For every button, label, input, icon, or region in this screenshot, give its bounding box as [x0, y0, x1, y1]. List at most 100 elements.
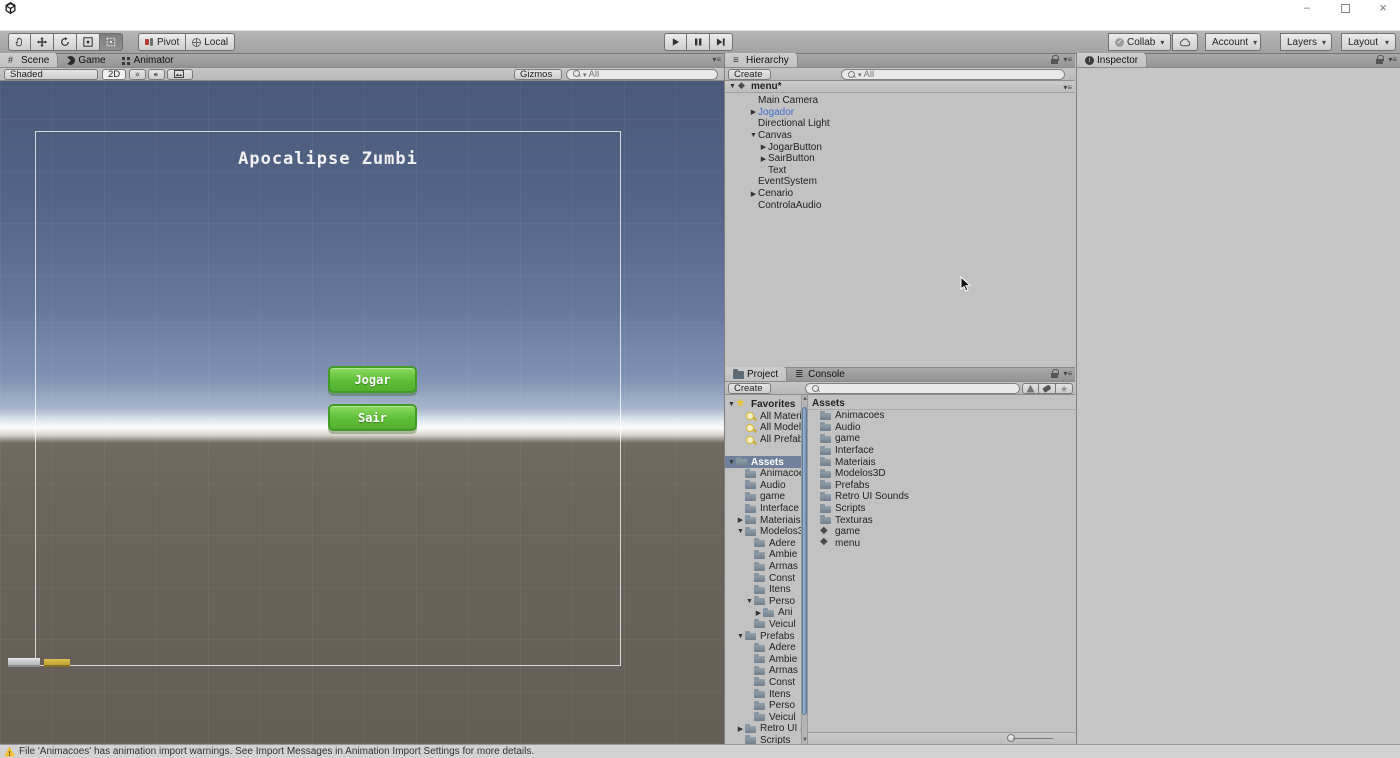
- search-by-type-button[interactable]: [1022, 383, 1039, 394]
- sair-button-object[interactable]: Sair: [328, 404, 417, 431]
- collab-button[interactable]: Collab: [1108, 33, 1171, 51]
- pivot-toggle-button[interactable]: Pivot: [138, 33, 186, 51]
- expand-arrow[interactable]: [759, 143, 768, 151]
- project-tree-row[interactable]: Perso: [725, 596, 801, 608]
- project-tree-row[interactable]: Interface: [725, 503, 801, 515]
- view-tab[interactable]: Scene: [0, 53, 58, 67]
- expand-arrow[interactable]: [745, 598, 754, 605]
- hierarchy-item[interactable]: Text: [725, 165, 1075, 177]
- local-toggle-button[interactable]: Local: [186, 33, 235, 51]
- asset-zoom-slider[interactable]: [1007, 737, 1053, 740]
- expand-arrow[interactable]: [727, 401, 736, 408]
- tab-inspector[interactable]: Inspector: [1077, 53, 1147, 67]
- expand-arrow[interactable]: [749, 190, 758, 198]
- expand-arrow[interactable]: [736, 516, 745, 524]
- project-tree-row[interactable]: Armas: [725, 665, 801, 677]
- minimize-icon[interactable]: [1300, 2, 1314, 14]
- project-tree-row[interactable]: Prefabs: [725, 630, 801, 642]
- create-button[interactable]: Create: [728, 383, 771, 394]
- project-tree-row[interactable]: Perso: [725, 700, 801, 712]
- 2d-toggle-button[interactable]: 2D: [102, 69, 126, 80]
- scene-effects-dropdown[interactable]: [167, 69, 193, 80]
- panel-menu-icon[interactable]: [1063, 369, 1072, 378]
- asset-item[interactable]: Texturas: [808, 514, 1075, 526]
- scene-header-row[interactable]: menu*: [725, 81, 1075, 93]
- hierarchy-item[interactable]: SairButton: [725, 153, 1075, 165]
- project-tree-row[interactable]: Modelos3D: [725, 526, 801, 538]
- close-icon[interactable]: [1376, 2, 1390, 14]
- expand-arrow[interactable]: [728, 83, 737, 90]
- expand-arrow[interactable]: [749, 132, 758, 139]
- project-tree-row[interactable]: Ambie: [725, 549, 801, 561]
- hierarchy-search-input[interactable]: All: [841, 69, 1065, 80]
- project-tree-row[interactable]: Scripts: [725, 735, 801, 744]
- project-tree-row[interactable]: Favorites: [725, 399, 801, 411]
- project-tree-row[interactable]: game: [725, 491, 801, 503]
- tab-hierarchy[interactable]: Hierarchy: [725, 53, 798, 67]
- rotate-tool-button[interactable]: [54, 33, 77, 51]
- status-bar[interactable]: File 'Animacoes' has animation import wa…: [0, 744, 1400, 758]
- project-tree-row[interactable]: Const: [725, 572, 801, 584]
- project-search-input[interactable]: [805, 383, 1020, 394]
- asset-item[interactable]: Retro UI Sounds: [808, 491, 1075, 503]
- scroll-up-icon[interactable]: ▲: [802, 396, 807, 402]
- project-tree-row[interactable]: Itens: [725, 688, 801, 700]
- asset-item[interactable]: menu: [808, 538, 1075, 550]
- scene-audio-button[interactable]: [148, 69, 165, 80]
- view-tab[interactable]: Game: [58, 53, 113, 67]
- rect-tool-button[interactable]: [100, 33, 123, 51]
- lock-icon[interactable]: [1051, 55, 1059, 64]
- layers-dropdown[interactable]: Layers: [1280, 33, 1332, 51]
- scene-vehicle-truck[interactable]: [8, 658, 40, 667]
- hierarchy-item[interactable]: Directional Light: [725, 118, 1075, 130]
- asset-item[interactable]: game: [808, 433, 1075, 445]
- jogar-button-object[interactable]: Jogar: [328, 366, 417, 393]
- game-title-text[interactable]: Apocalipse Zumbi: [35, 149, 621, 169]
- project-tree-row[interactable]: Animacoes: [725, 468, 801, 480]
- view-tab[interactable]: Animator: [114, 53, 182, 67]
- tab-project[interactable]: Project: [725, 367, 787, 381]
- layout-dropdown[interactable]: Layout: [1341, 33, 1396, 51]
- hierarchy-item[interactable]: Main Camera: [725, 95, 1075, 107]
- scene-viewport[interactable]: Apocalipse Zumbi Jogar Sair: [0, 81, 724, 744]
- asset-item[interactable]: game: [808, 526, 1075, 538]
- account-dropdown[interactable]: Account: [1205, 33, 1261, 51]
- asset-item[interactable]: Interface: [808, 445, 1075, 457]
- scene-vehicle-bus[interactable]: [44, 659, 70, 667]
- project-tree-row[interactable]: Armas: [725, 561, 801, 573]
- hierarchy-item[interactable]: Cenario: [725, 188, 1075, 200]
- expand-arrow[interactable]: [736, 725, 745, 733]
- asset-item[interactable]: Modelos3D: [808, 468, 1075, 480]
- project-tree-row[interactable]: Ambie: [725, 653, 801, 665]
- search-by-label-button[interactable]: [1039, 383, 1056, 394]
- project-tree-row[interactable]: Audio: [725, 480, 801, 492]
- move-tool-button[interactable]: [31, 33, 54, 51]
- cloud-services-button[interactable]: [1172, 33, 1198, 51]
- tab-console[interactable]: Console: [787, 367, 853, 381]
- expand-arrow[interactable]: [727, 459, 736, 466]
- scene-lighting-button[interactable]: [129, 69, 146, 80]
- scrollbar-thumb[interactable]: [802, 407, 807, 715]
- asset-item[interactable]: Materiais: [808, 456, 1075, 468]
- play-button[interactable]: [664, 33, 687, 51]
- expand-arrow[interactable]: [754, 609, 763, 617]
- shading-mode-dropdown[interactable]: Shaded: [4, 69, 98, 80]
- panel-menu-icon[interactable]: [1388, 55, 1397, 64]
- pause-button[interactable]: [687, 33, 710, 51]
- project-tree-row[interactable]: Ani: [725, 607, 801, 619]
- search-favorites-button[interactable]: [1056, 383, 1073, 394]
- expand-arrow[interactable]: [759, 155, 768, 163]
- lock-icon[interactable]: [1376, 55, 1384, 64]
- project-tree-row[interactable]: Retro UI Sounds: [725, 723, 801, 735]
- project-tree-row[interactable]: Materiais: [725, 514, 801, 526]
- project-tree-row[interactable]: Veicul: [725, 711, 801, 723]
- asset-item[interactable]: Animacoes: [808, 410, 1075, 422]
- hierarchy-item[interactable]: JogarButton: [725, 141, 1075, 153]
- create-button[interactable]: Create: [728, 69, 771, 80]
- expand-arrow[interactable]: [736, 528, 745, 535]
- hierarchy-item[interactable]: EventSystem: [725, 176, 1075, 188]
- asset-item[interactable]: Scripts: [808, 503, 1075, 515]
- project-tree-row[interactable]: Itens: [725, 584, 801, 596]
- project-tree-row[interactable]: All Prefabs: [725, 434, 801, 446]
- scene-search-input[interactable]: All: [566, 69, 718, 80]
